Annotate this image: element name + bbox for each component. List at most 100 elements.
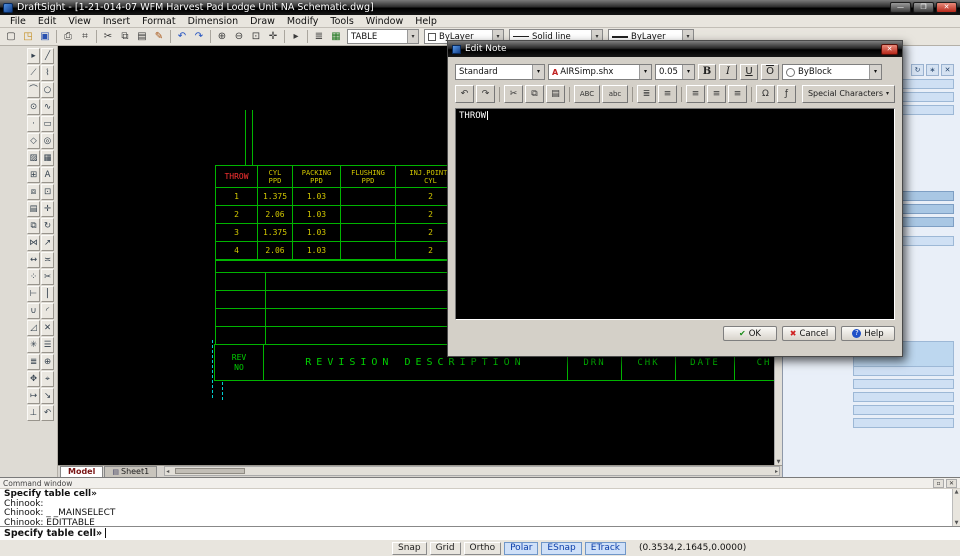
zoom-window-icon[interactable]: ⊡	[248, 29, 264, 44]
cut-icon[interactable]: ✂	[100, 29, 116, 44]
property-field[interactable]	[853, 404, 954, 415]
properties-icon[interactable]: ☰	[41, 337, 54, 353]
measure-icon[interactable]: ⌖	[41, 371, 54, 387]
bold-button[interactable]: B	[698, 64, 716, 80]
align-left-icon[interactable]: ≡	[686, 85, 705, 103]
mirror-icon[interactable]: ⋈	[27, 235, 40, 251]
layers-manager-icon[interactable]: ≣	[311, 29, 327, 44]
area-icon[interactable]: ▦	[41, 150, 54, 166]
font-combo[interactable]: A AIRSimp.shx ▾	[548, 64, 652, 80]
extend-icon[interactable]: ⊢	[27, 286, 40, 302]
table-cell[interactable]: 1.03	[293, 206, 341, 224]
split-icon[interactable]: ⎮	[41, 286, 54, 302]
table-cell[interactable]: 1.375	[258, 188, 293, 206]
toggle-grid[interactable]: Grid	[429, 541, 461, 555]
leader-icon[interactable]: ↘	[41, 388, 54, 404]
ok-button[interactable]: ✔ OK	[723, 326, 777, 341]
insert-symbol-icon[interactable]: Ω	[756, 85, 775, 103]
scale-icon[interactable]: ↗	[41, 235, 54, 251]
format-painter-icon[interactable]: ✎	[151, 29, 167, 44]
polyline-icon[interactable]: ⌇	[41, 65, 54, 81]
copy-entity-icon[interactable]: ⧉	[27, 218, 40, 234]
make-block-icon[interactable]: ⧈	[27, 184, 40, 200]
chevron-down-icon[interactable]: ▾	[639, 65, 651, 79]
minimize-button[interactable]: —	[890, 2, 911, 13]
ellipse-icon[interactable]: ⊙	[27, 99, 40, 115]
property-field[interactable]	[853, 365, 954, 376]
property-field[interactable]	[853, 378, 954, 389]
arc-icon[interactable]: ⌒	[27, 82, 40, 98]
spline-icon[interactable]: ∿	[41, 99, 54, 115]
circle-icon[interactable]: ○	[41, 82, 54, 98]
dialog-close-button[interactable]: ✕	[881, 43, 898, 55]
toggle-ortho[interactable]: Ortho	[463, 541, 502, 555]
chevron-down-icon[interactable]: ▾	[682, 65, 694, 79]
hatch-icon[interactable]: ▨	[27, 150, 40, 166]
chevron-down-icon[interactable]: ▾	[532, 65, 544, 79]
table-cell-edited[interactable]: THROW	[216, 166, 258, 188]
paste-icon[interactable]: ▤	[134, 29, 150, 44]
text-color-combo[interactable]: ByBlock ▾	[782, 64, 882, 80]
align-right-icon[interactable]: ≡	[728, 85, 747, 103]
move-icon[interactable]: ✛	[41, 201, 54, 217]
layers-icon[interactable]: ≣	[27, 354, 40, 370]
align-center-icon[interactable]: ≡	[707, 85, 726, 103]
select-icon[interactable]: ▸	[27, 48, 40, 64]
undo-icon[interactable]: ↶	[174, 29, 190, 44]
infinite-line-icon[interactable]: ⟋	[27, 65, 40, 81]
tab-sheet1[interactable]: ▤ Sheet1	[104, 466, 158, 477]
revision-rev-no[interactable]: REV NO	[214, 344, 264, 381]
spell-check-icon[interactable]: ABC	[574, 85, 600, 103]
menu-insert[interactable]: Insert	[97, 15, 136, 28]
erase-icon[interactable]: ✕	[41, 320, 54, 336]
table-cell[interactable]: 4	[216, 242, 258, 260]
table-cell[interactable]: 1.375	[258, 224, 293, 242]
print-icon[interactable]: ⎙	[60, 29, 76, 44]
menu-view[interactable]: View	[62, 15, 97, 28]
command-prompt[interactable]: Specify table cell»	[0, 526, 960, 539]
undo-icon[interactable]: ↶	[455, 85, 474, 103]
layer-color-icon[interactable]: ▦	[328, 29, 344, 44]
underline-button[interactable]: U	[740, 64, 758, 80]
pattern-icon[interactable]: ⁘	[27, 269, 40, 285]
polygon-icon[interactable]: ◇	[27, 133, 40, 149]
chevron-down-icon[interactable]: ▾	[869, 65, 881, 79]
table-cell[interactable]	[341, 224, 396, 242]
table-cell[interactable]: 1.03	[293, 188, 341, 206]
help-button[interactable]: ? Help	[841, 326, 895, 341]
table-cell[interactable]: 2	[216, 206, 258, 224]
toggle-polar[interactable]: Polar	[504, 541, 539, 555]
rectangle-icon[interactable]: ▭	[41, 116, 54, 132]
float-icon[interactable]: ▫	[933, 478, 944, 488]
pan-icon[interactable]: ✥	[27, 371, 40, 387]
table-cell[interactable]: 2.06	[258, 206, 293, 224]
tab-model[interactable]: Model	[60, 466, 104, 477]
command-scrollbar[interactable]: ▲ ▼	[952, 489, 960, 526]
menu-file[interactable]: File	[4, 15, 32, 28]
toggle-etrack[interactable]: ETrack	[584, 541, 627, 555]
zoom-in-icon[interactable]: ⊕	[214, 29, 230, 44]
rotate-icon[interactable]: ↻	[41, 218, 54, 234]
table-cell[interactable]: 1	[216, 188, 258, 206]
numbered-list-icon[interactable]: ≣	[637, 85, 656, 103]
table-cell[interactable]: 1.03	[293, 224, 341, 242]
open-icon[interactable]: ◳	[20, 29, 36, 44]
canvas-horizontal-scrollbar[interactable]: ◂ ▸	[164, 466, 780, 476]
table-header-cell[interactable]: FLUSHING PPD	[341, 166, 396, 188]
menu-draw[interactable]: Draw	[244, 15, 281, 28]
explode-icon[interactable]: ✳	[27, 337, 40, 353]
copy-icon[interactable]: ⧉	[117, 29, 133, 44]
ring-icon[interactable]: ◎	[41, 133, 54, 149]
redo-icon[interactable]: ↷	[476, 85, 495, 103]
cut-icon[interactable]: ✂	[504, 85, 523, 103]
select-icon[interactable]: ▸	[288, 29, 304, 44]
layer-combo[interactable]: TABLE ▾	[347, 29, 419, 44]
property-field[interactable]	[853, 391, 954, 402]
menu-tools[interactable]: Tools	[324, 15, 359, 28]
text-style-combo[interactable]: Standard ▾	[455, 64, 545, 80]
table-cell[interactable]	[341, 242, 396, 260]
dialog-title-bar[interactable]: Edit Note ✕	[448, 41, 902, 57]
trim-icon[interactable]: ✂	[41, 269, 54, 285]
refresh-icon[interactable]: ↻	[911, 64, 924, 76]
scroll-left-icon[interactable]: ◂	[166, 468, 169, 475]
